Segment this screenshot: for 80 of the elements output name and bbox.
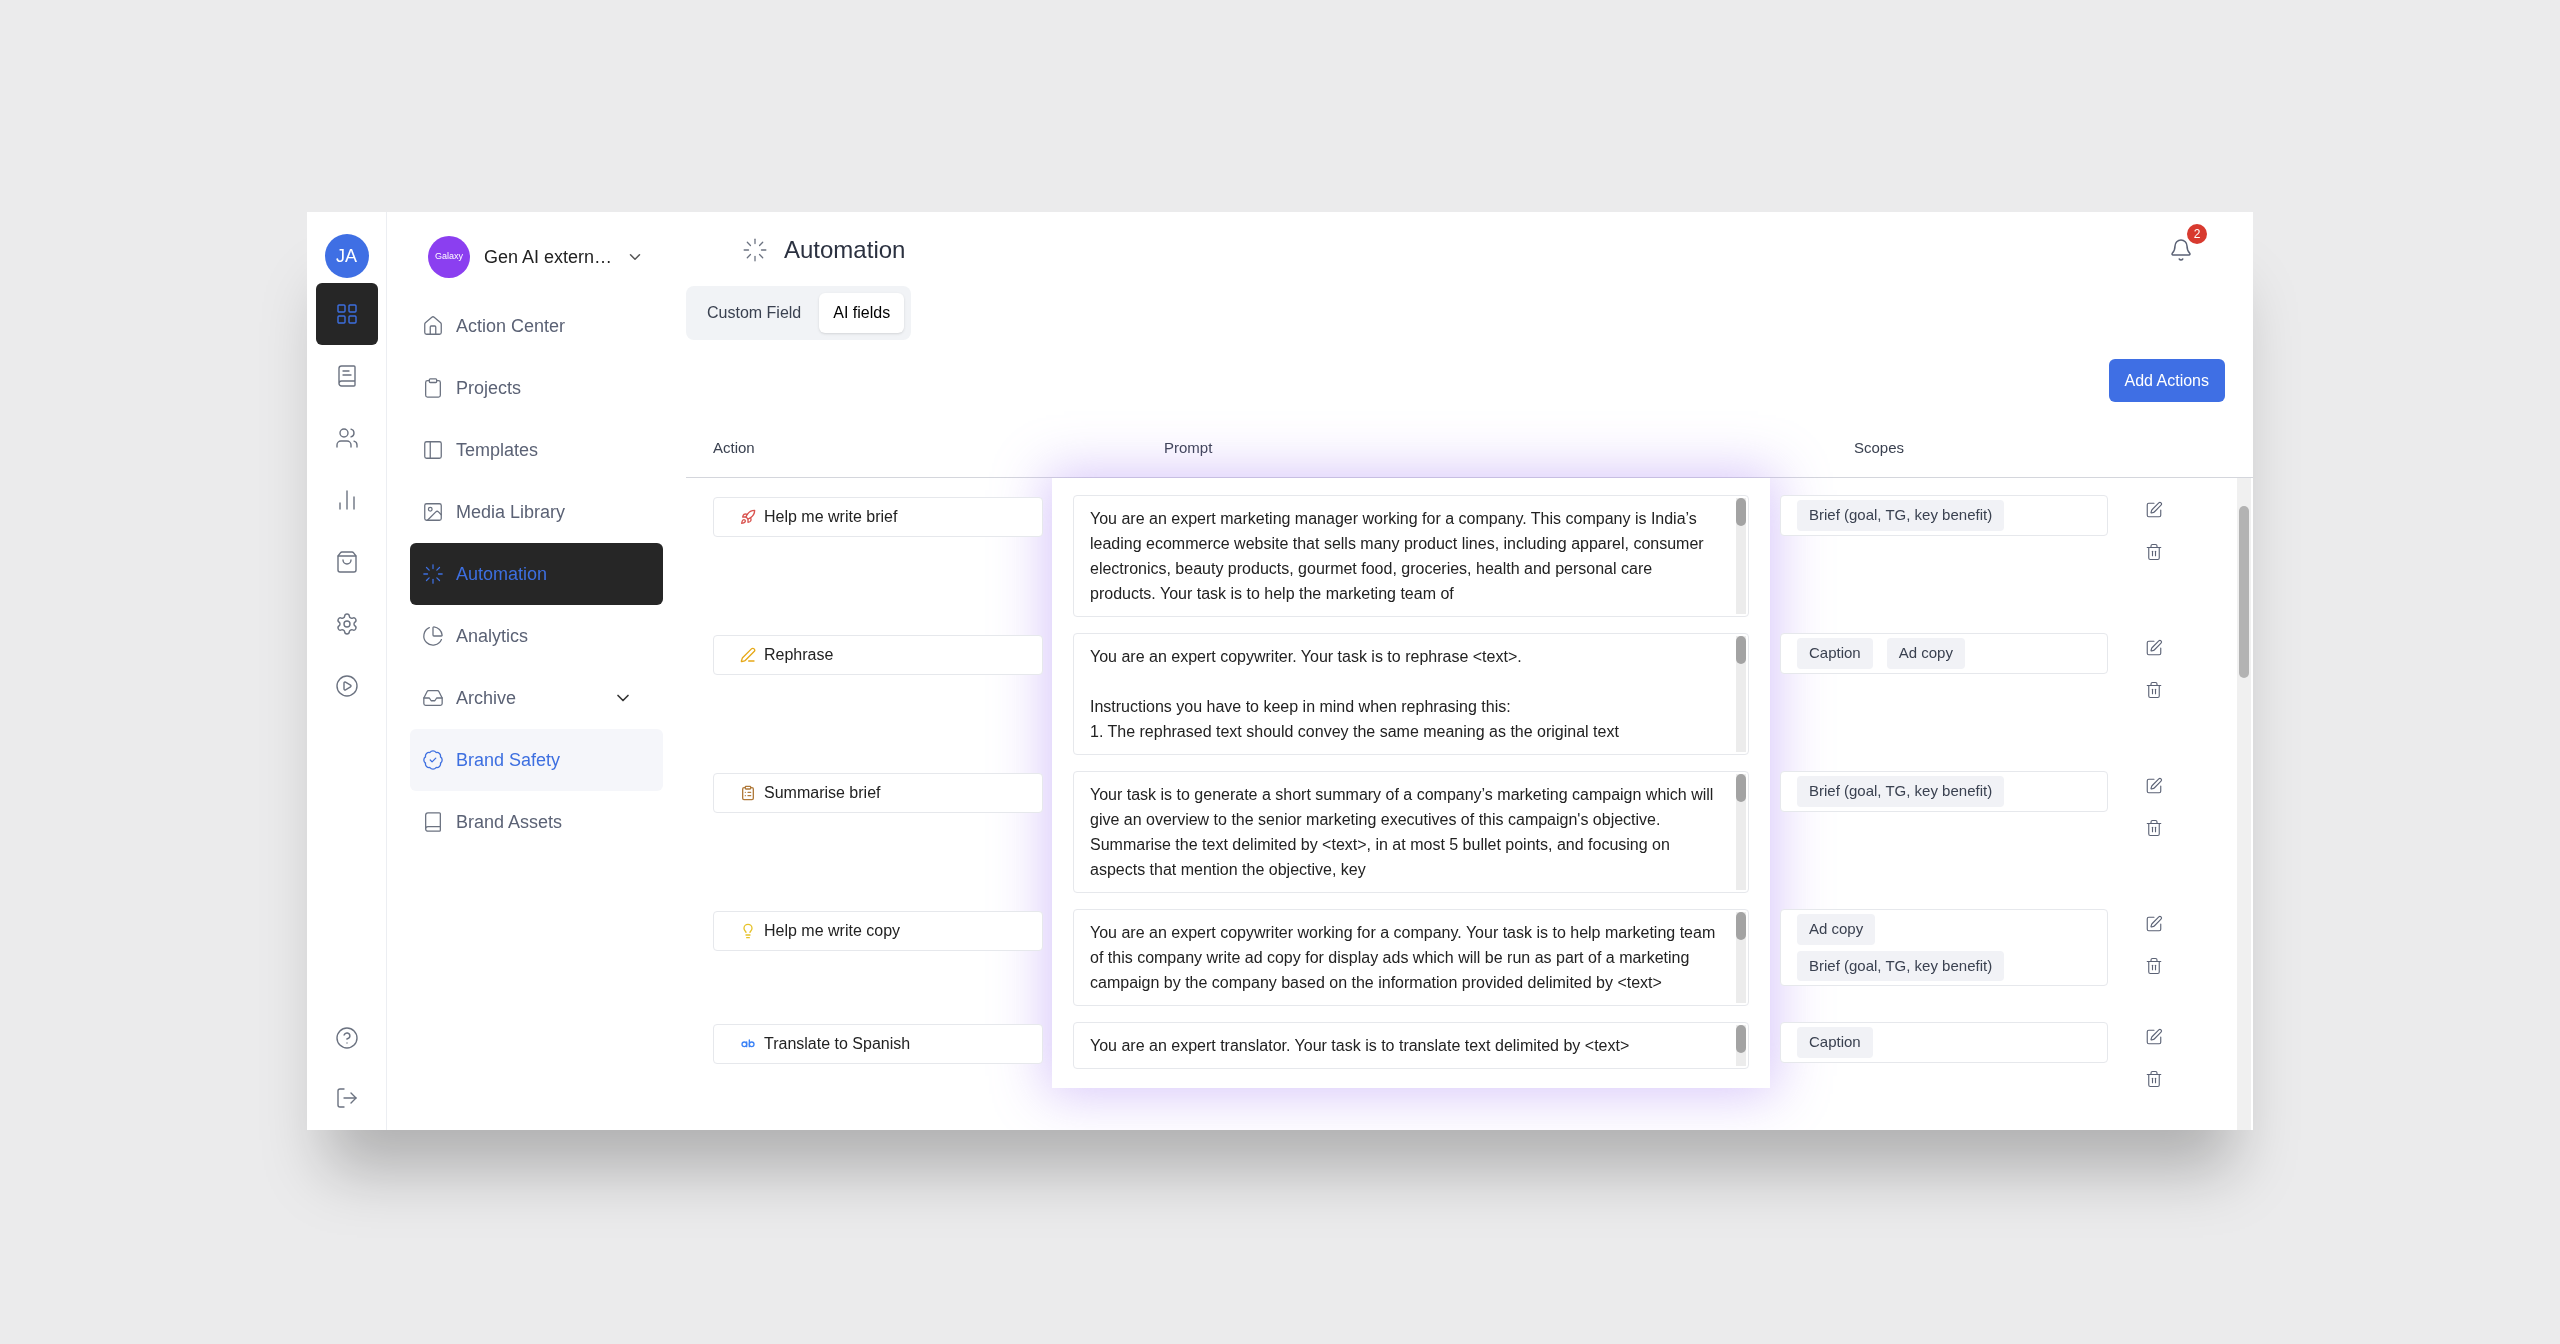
delete-icon[interactable]: [2145, 1070, 2163, 1088]
org-name[interactable]: Gen AI extern…: [484, 243, 613, 271]
scrollbar-thumb[interactable]: [2239, 506, 2249, 678]
scope-tag: Ad copy: [1886, 638, 1965, 669]
badge-check-icon: [422, 749, 444, 771]
image-icon: [422, 501, 444, 523]
scrollbar-thumb[interactable]: [1736, 1025, 1746, 1053]
nav-item[interactable]: Brand Assets: [410, 791, 663, 853]
spinner-icon: [742, 237, 768, 263]
scrollbar-thumb[interactable]: [1736, 774, 1746, 802]
org-logo: Galaxy: [428, 236, 470, 278]
bag-icon: [334, 550, 359, 574]
delete-icon[interactable]: [2145, 957, 2163, 975]
scope-tag: Caption: [1797, 638, 1873, 669]
rocket-icon: [740, 509, 756, 525]
add-actions-button[interactable]: Add Actions: [2108, 359, 2225, 402]
prompt-field[interactable]: You are an expert copywriter. Your task is to rephrase <text>. Instructions you have to keep in mind when rephrasing this: 1. The rephrased text should convey the same meaning as the original text: [1073, 633, 1749, 755]
nav-item[interactable]: Analytics: [410, 605, 663, 667]
settings-icon: [334, 612, 359, 636]
notification-badge: 2: [2187, 224, 2207, 244]
book-icon: [422, 811, 444, 833]
prompt-field[interactable]: Your task is to generate a short summary of a company’s marketing campaign which will give an overview to the senior marketing executives of this campaign's objective. Summarise the text delimited by <text>, in at most 5 bullet points, and focusing on aspects that mention the objective, key: [1073, 771, 1749, 893]
action-field[interactable]: Help me write brief: [713, 497, 1043, 537]
edit-icon[interactable]: [2145, 639, 2163, 657]
scrollbar-thumb[interactable]: [1736, 636, 1746, 664]
scopes-field[interactable]: Caption Ad copy: [1780, 633, 2108, 674]
scrollbar-thumb[interactable]: [1736, 498, 1746, 526]
spinner-icon: [422, 563, 444, 585]
scopes-field[interactable]: Caption: [1780, 1022, 2108, 1063]
action-field[interactable]: Help me write copy: [713, 911, 1043, 951]
scope-tag: Caption: [1797, 1027, 1873, 1058]
delete-icon[interactable]: [2145, 681, 2163, 699]
panel-icon: [422, 439, 444, 461]
users-icon: [334, 426, 359, 450]
action-field[interactable]: Translate to Spanish: [713, 1024, 1043, 1064]
nav-item[interactable]: Projects: [410, 357, 663, 419]
pen-icon: [740, 647, 756, 663]
scopes-field[interactable]: Brief (goal, TG, key benefit): [1780, 495, 2108, 536]
scope-tag: Brief (goal, TG, key benefit): [1797, 776, 2005, 807]
column-header: Prompt: [1164, 438, 1213, 459]
logout-icon[interactable]: [334, 1086, 359, 1110]
edit-icon[interactable]: [2145, 915, 2163, 933]
user-avatar[interactable]: JA: [324, 234, 369, 278]
house-icon: [422, 315, 444, 337]
tab[interactable]: AI fields: [819, 293, 905, 333]
tab[interactable]: Custom Field: [693, 293, 816, 333]
action-field[interactable]: Summarise brief: [713, 773, 1043, 813]
help-icon[interactable]: [334, 1026, 359, 1050]
grid-icon: [334, 302, 359, 326]
lightbulb-icon: [740, 923, 756, 939]
edit-icon[interactable]: [2145, 1028, 2163, 1046]
scrollbar-thumb[interactable]: [1736, 912, 1746, 940]
nav-item[interactable]: Archive: [410, 667, 663, 729]
prompt-field[interactable]: You are an expert marketing manager working for a company. This company is India’s leading ecommerce website that sells many product lines, including apparel, consumer electronics, beauty products, gourmet food, groceries, health and personal care products. Your task is to help the marketing team of: [1073, 495, 1749, 617]
prompt-field[interactable]: You are an expert copywriter working for a company. Your task is to help marketing team of this company write ad copy for display ads which will be run as part of a marketing campaign by the company based on the information provided delimited by <text>: [1073, 909, 1749, 1006]
pie-chart-icon: [422, 625, 444, 647]
clipboard-icon: [422, 377, 444, 399]
scopes-field[interactable]: Ad copy Brief (goal, TG, key benefit): [1780, 909, 2108, 986]
scope-tag: Brief (goal, TG, key benefit): [1797, 500, 2005, 531]
nav-item[interactable]: Action Center: [410, 295, 663, 357]
column-header: Action: [713, 438, 755, 459]
scope-tag: Ad copy: [1797, 914, 1876, 945]
column-header: Scopes: [1854, 438, 1905, 459]
rail-button[interactable]: [315, 283, 378, 345]
scope-tag: Brief (goal, TG, key benefit): [1797, 950, 2005, 981]
page-title: Automation: [784, 235, 907, 265]
nav-item[interactable]: Media Library: [410, 481, 663, 543]
delete-icon[interactable]: [2145, 543, 2163, 561]
bell-icon[interactable]: [2169, 238, 2193, 262]
clipboard-icon: [740, 785, 756, 801]
delete-icon[interactable]: [2145, 819, 2163, 837]
edit-icon[interactable]: [2145, 777, 2163, 795]
play-icon: [334, 674, 359, 698]
inbox-icon: [422, 687, 444, 709]
scopes-field[interactable]: Brief (goal, TG, key benefit): [1780, 771, 2108, 812]
action-field[interactable]: Rephrase: [713, 635, 1043, 675]
edit-icon[interactable]: [2145, 501, 2163, 519]
nav-item[interactable]: Brand Safety: [410, 729, 663, 791]
prompt-field[interactable]: You are an expert translator. Your task is to translate text delimited by <text>: [1073, 1022, 1749, 1069]
nav-item[interactable]: Templates: [410, 419, 663, 481]
